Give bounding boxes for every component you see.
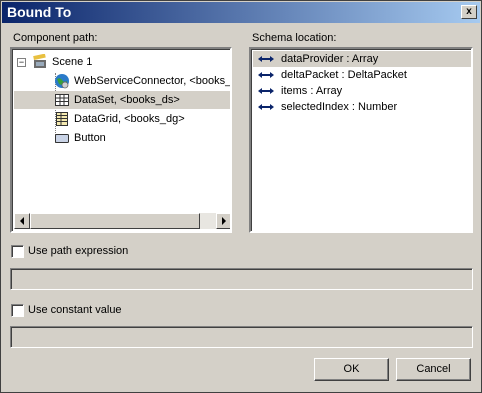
tree-item-label: Scene 1 xyxy=(52,56,93,68)
datagrid-icon xyxy=(56,112,68,126)
component-path-label: Component path: xyxy=(13,32,98,44)
title-bar[interactable]: Bound To x xyxy=(2,2,480,23)
schema-list[interactable]: dataProvider : Array deltaPacket : Delta… xyxy=(249,47,473,233)
tree-item-datagrid[interactable]: DataGrid, <books_dg> xyxy=(12,110,230,128)
close-button[interactable]: x xyxy=(461,5,477,19)
scroll-left-button[interactable] xyxy=(14,213,30,229)
schema-location-label: Schema location: xyxy=(252,32,337,44)
use-constant-value-checkbox[interactable] xyxy=(11,304,24,317)
schema-item-label: items : Array xyxy=(281,85,343,97)
web-service-icon xyxy=(55,74,69,89)
schema-item-selectedindex[interactable]: selectedIndex : Number xyxy=(253,99,471,115)
component-tree[interactable]: − Scene 1 WebServiceConnector, <books_ws… xyxy=(10,47,232,233)
dataset-icon xyxy=(55,94,69,106)
schema-item-label: dataProvider : Array xyxy=(281,53,379,65)
use-path-expression-label[interactable]: Use path expression xyxy=(28,245,128,257)
path-expression-input[interactable] xyxy=(10,268,473,290)
schema-item-dataprovider[interactable]: dataProvider : Array xyxy=(253,51,471,67)
tree-item-scene[interactable]: − Scene 1 xyxy=(12,53,230,71)
schema-item-deltapacket[interactable]: deltaPacket : DeltaPacket xyxy=(253,67,471,83)
bidirectional-arrow-icon xyxy=(258,104,274,110)
window-title: Bound To xyxy=(7,4,72,20)
use-path-expression-checkbox[interactable] xyxy=(11,245,24,258)
button-icon xyxy=(55,134,69,143)
tree-item-button[interactable]: Button xyxy=(12,129,230,147)
arrow-right-icon xyxy=(222,217,226,225)
scrollbar-thumb[interactable] xyxy=(30,213,200,229)
bound-to-dialog: Bound To x Component path: − Scene 1 Web… xyxy=(0,0,482,393)
use-constant-value-label[interactable]: Use constant value xyxy=(28,304,122,316)
schema-item-label: deltaPacket : DeltaPacket xyxy=(281,69,407,81)
scroll-right-button[interactable] xyxy=(216,213,230,229)
bidirectional-arrow-icon xyxy=(258,88,274,94)
schema-item-label: selectedIndex : Number xyxy=(281,101,398,113)
arrow-left-icon xyxy=(20,217,24,225)
constant-value-input[interactable] xyxy=(10,326,473,348)
ok-button[interactable]: OK xyxy=(314,358,389,381)
tree-item-dataset[interactable]: DataSet, <books_ds> xyxy=(14,91,230,109)
schema-item-items[interactable]: items : Array xyxy=(253,83,471,99)
cancel-button[interactable]: Cancel xyxy=(396,358,471,381)
tree-item-webserviceconnector[interactable]: WebServiceConnector, <books_ws> xyxy=(12,72,230,90)
bidirectional-arrow-icon xyxy=(258,56,274,62)
collapse-toggle[interactable]: − xyxy=(17,58,26,67)
tree-item-label: WebServiceConnector, <books_ws> xyxy=(74,75,232,87)
bidirectional-arrow-icon xyxy=(258,72,274,78)
tree-item-label: DataSet, <books_ds> xyxy=(74,94,180,106)
tree-item-label: Button xyxy=(74,132,106,144)
scene-icon xyxy=(33,54,46,68)
horizontal-scrollbar[interactable] xyxy=(14,213,230,229)
tree-item-label: DataGrid, <books_dg> xyxy=(74,113,185,125)
